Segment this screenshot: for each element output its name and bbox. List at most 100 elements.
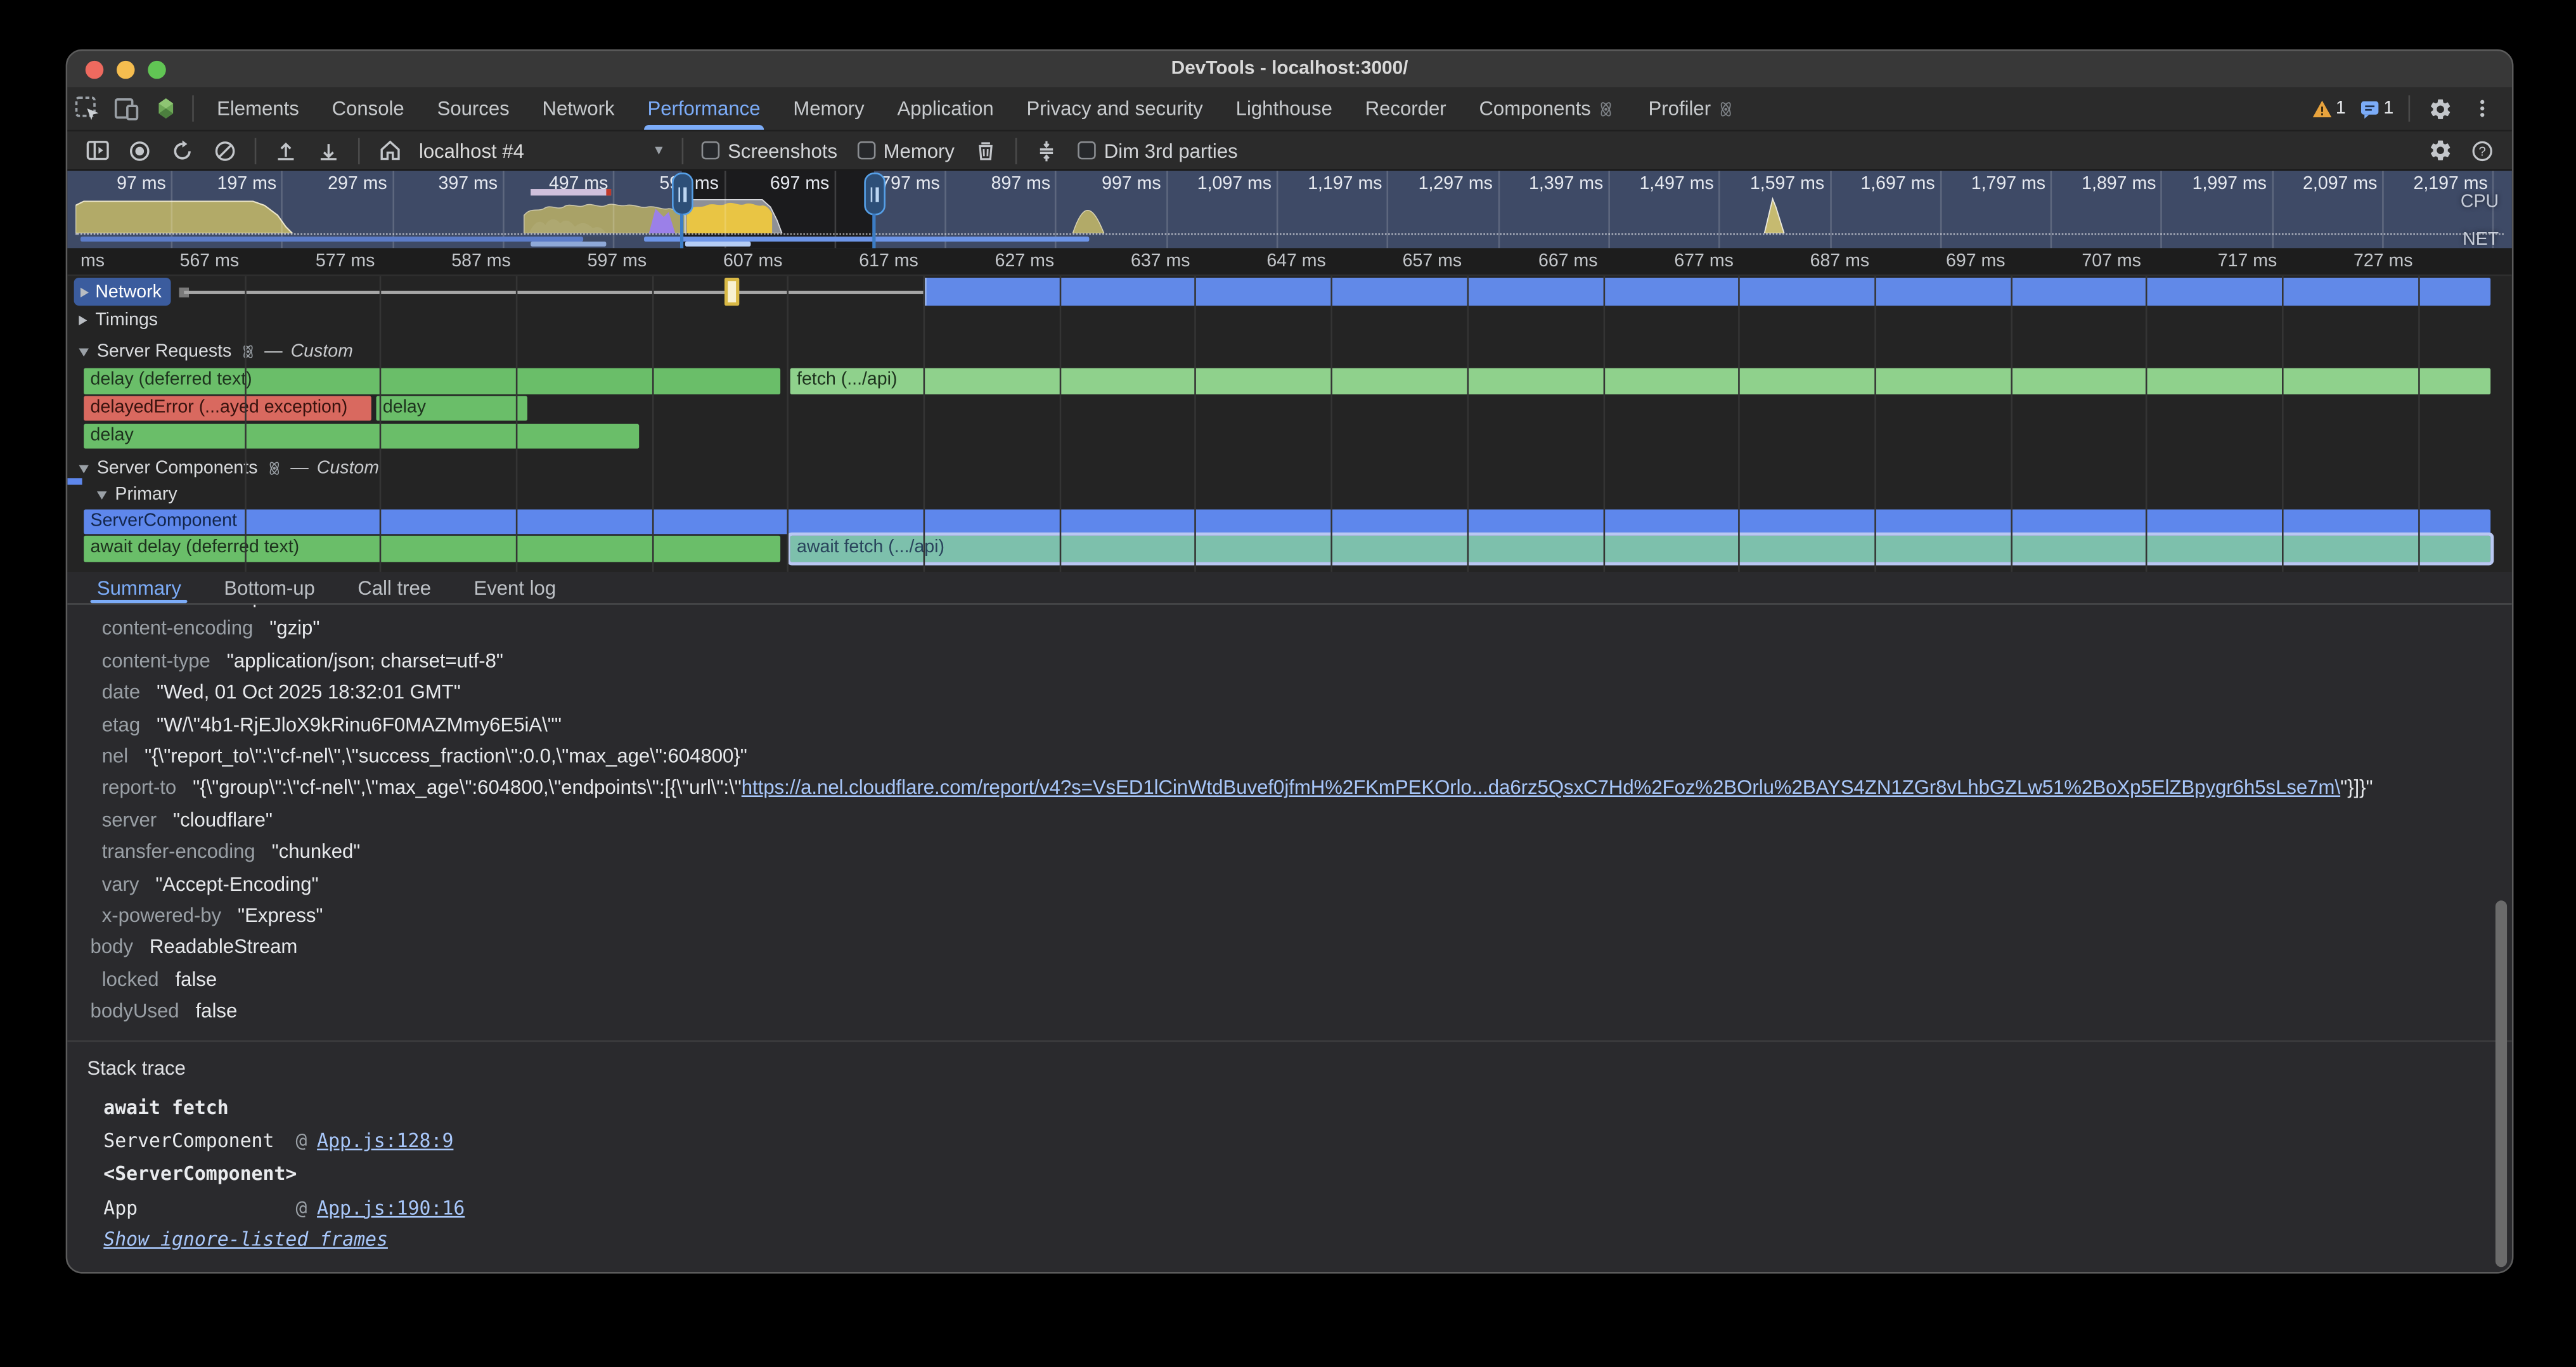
ruler-unit: ms [80, 252, 105, 271]
tab-sources[interactable]: Sources [421, 87, 526, 129]
settings-gear-icon[interactable] [2420, 91, 2459, 127]
extension-gem-icon[interactable] [146, 91, 186, 127]
show-ignore-listed-frames-link[interactable]: Show ignore-listed frames [103, 1228, 388, 1250]
inspect-icon[interactable] [67, 91, 106, 127]
clear-icon[interactable] [205, 133, 245, 169]
live-metrics-home-icon[interactable] [370, 133, 409, 169]
tab-privacy-and-security[interactable]: Privacy and security [1010, 87, 1220, 129]
flame-event[interactable]: delay [377, 396, 527, 421]
details-tab-summary[interactable]: Summary [97, 572, 181, 603]
network-request-chip[interactable] [724, 278, 739, 306]
timeline-gridline [787, 248, 789, 572]
capture-settings-gear-icon[interactable] [2420, 133, 2459, 169]
tab-performance[interactable]: Performance [631, 87, 777, 129]
frame-location-link[interactable]: App.js:128:9 [317, 1129, 453, 1152]
record-icon[interactable] [120, 133, 159, 169]
tab-lighthouse[interactable]: Lighthouse [1220, 87, 1349, 129]
stack-frame: App@App.js:190:16 [103, 1191, 2512, 1224]
overview-time-label: 697 ms [770, 174, 830, 194]
divider [358, 137, 360, 163]
property-row: server"cloudflare" [67, 808, 2512, 839]
warnings-badge[interactable]: 1 [2306, 98, 2350, 119]
overview-gridline [1940, 171, 1942, 249]
flame-event[interactable]: ServerComponent [84, 509, 2490, 534]
tab-label: Components [1479, 97, 1590, 120]
stack-trace-title: Stack trace [67, 1042, 2512, 1090]
tab-components[interactable]: Components [1463, 87, 1632, 129]
memory-checkbox[interactable]: Memory [849, 139, 963, 162]
details-tab-bottom-up[interactable]: Bottom-up [224, 572, 314, 603]
kebab-menu-icon[interactable] [2463, 91, 2502, 127]
tab-profiler[interactable]: Profiler [1632, 87, 1752, 129]
tab-recorder[interactable]: Recorder [1349, 87, 1463, 129]
property-row: etag"W/\"4b1-RjEJloX9kRinu6F0MAZMmy6E5iA… [67, 713, 2512, 744]
session-select[interactable]: localhost #4 ▼ [413, 139, 673, 162]
property-key: server [102, 808, 157, 831]
toggle-sidebar-icon[interactable] [77, 133, 117, 169]
overview-time-label: 2,197 ms [2413, 174, 2487, 194]
help-icon[interactable] [2463, 133, 2502, 169]
tab-elements[interactable]: Elements [200, 87, 316, 129]
server-components-track-label[interactable]: Server Components—Custom [79, 458, 379, 478]
track-selection-strip [67, 478, 82, 484]
vertical-scrollbar[interactable] [2496, 900, 2507, 1267]
record-and-reload-icon[interactable] [163, 133, 202, 169]
property-row: transfer-encoding"chunked" [67, 840, 2512, 872]
dim-third-parties-checkbox[interactable]: Dim 3rd parties [1069, 139, 1246, 162]
save-profile-icon[interactable] [309, 133, 348, 169]
network-request-bar[interactable] [924, 278, 2491, 306]
messages-badge[interactable]: 1 [2354, 98, 2399, 119]
property-key: locked [102, 968, 159, 990]
tab-memory[interactable]: Memory [776, 87, 880, 129]
ruler-label: 707 ms [2082, 252, 2141, 271]
tab-application[interactable]: Application [881, 87, 1010, 129]
throttling-icon[interactable] [1027, 133, 1066, 169]
flame-event[interactable]: await delay (deferred text) [84, 536, 780, 562]
tab-network[interactable]: Network [526, 87, 631, 129]
timings-track-label[interactable]: Timings [79, 311, 158, 330]
stack-frame: <ServerComponent> [103, 1157, 2512, 1191]
property-value: "keep-alive" [214, 605, 318, 608]
chevron-right-icon [80, 287, 89, 297]
property-key: vary [102, 872, 139, 895]
frame-location-link[interactable]: App.js:190:16 [317, 1196, 465, 1219]
details-tab-event-log[interactable]: Event log [473, 572, 556, 603]
primary-group-label[interactable]: Primary [97, 485, 177, 505]
overview-gridline [2493, 171, 2495, 249]
timeline-gridline [924, 248, 925, 572]
custom-label: Custom [291, 342, 353, 361]
report-to-url-link[interactable]: https://a.nel.cloudflare.com/report/v4?s… [742, 776, 2340, 799]
flamechart-area[interactable]: Network Timings Server Requests—Custom dela… [67, 248, 2512, 572]
details-tab-call-tree[interactable]: Call tree [357, 572, 431, 603]
server-requests-track-label[interactable]: Server Requests—Custom [79, 342, 352, 361]
frame-function: await fetch [103, 1096, 295, 1118]
selection-handle-left[interactable] [671, 172, 693, 215]
flame-event[interactable]: delay (deferred text) [84, 368, 780, 394]
window-title: DevTools - localhost:3000/ [67, 59, 2512, 79]
overview-gridline [1387, 171, 1389, 249]
network-track-label[interactable]: Network [74, 278, 172, 306]
network-track: Network [67, 278, 2512, 308]
device-toolbar-icon[interactable] [106, 91, 146, 127]
dim-third-parties-label: Dim 3rd parties [1104, 139, 1238, 162]
primary-group: Primary [67, 485, 2512, 507]
request-properties: connection"keep-alive"content-encoding"g… [67, 605, 2512, 1031]
overview-gridline [2272, 171, 2274, 249]
timeline-overview[interactable]: CPU NET 97 ms197 ms297 ms397 ms497 ms597… [67, 171, 2512, 249]
frame-function: App [103, 1196, 295, 1219]
react-atom-icon [1717, 100, 1736, 118]
property-value: "Express" [238, 904, 323, 926]
flame-event[interactable]: delayedError (...ayed exception) [84, 396, 371, 421]
selection-handle-right[interactable] [863, 172, 885, 215]
load-profile-icon[interactable] [266, 133, 306, 169]
collect-garbage-icon[interactable] [966, 133, 1005, 169]
flame-event[interactable]: await fetch (.../api) [790, 536, 2491, 562]
flame-event[interactable]: delay [84, 424, 639, 449]
property-key: transfer-encoding [102, 840, 255, 863]
screenshots-checkbox[interactable]: Screenshots [693, 139, 846, 162]
flame-event[interactable]: fetch (.../api) [790, 368, 2491, 394]
memory-label: Memory [884, 139, 955, 162]
property-row: bodyUsedfalse [67, 999, 2512, 1031]
tab-console[interactable]: Console [316, 87, 421, 129]
overview-time-label: 297 ms [328, 174, 387, 194]
